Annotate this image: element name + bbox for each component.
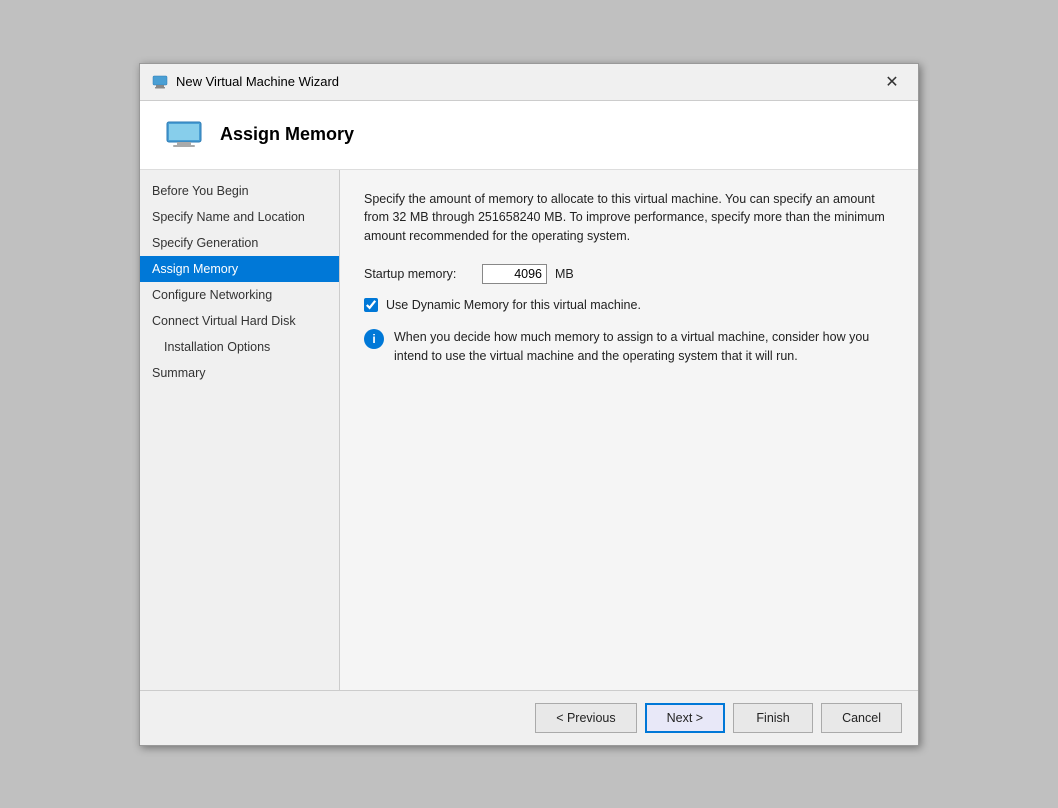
- info-text: When you decide how much memory to assig…: [394, 328, 894, 366]
- info-box: i When you decide how much memory to ass…: [364, 328, 894, 366]
- sidebar-item-summary[interactable]: Summary: [140, 360, 339, 386]
- sidebar-item-before-you-begin[interactable]: Before You Begin: [140, 178, 339, 204]
- sidebar-item-assign-memory[interactable]: Assign Memory: [140, 256, 339, 282]
- previous-button[interactable]: < Previous: [535, 703, 636, 733]
- dynamic-memory-checkbox[interactable]: [364, 298, 378, 312]
- sidebar-item-specify-name-location[interactable]: Specify Name and Location: [140, 204, 339, 230]
- monitor-icon: [164, 119, 204, 151]
- window-icon: [152, 74, 168, 90]
- mb-label: MB: [555, 267, 574, 281]
- sidebar-item-connect-virtual-hard-disk[interactable]: Connect Virtual Hard Disk: [140, 308, 339, 334]
- title-bar: New Virtual Machine Wizard ✕: [140, 64, 918, 101]
- content-area: Before You Begin Specify Name and Locati…: [140, 170, 918, 690]
- sidebar: Before You Begin Specify Name and Locati…: [140, 170, 340, 690]
- startup-memory-label: Startup memory:: [364, 267, 474, 281]
- startup-memory-input[interactable]: [482, 264, 547, 284]
- sidebar-item-configure-networking[interactable]: Configure Networking: [140, 282, 339, 308]
- window-title: New Virtual Machine Wizard: [176, 74, 339, 89]
- finish-button[interactable]: Finish: [733, 703, 813, 733]
- description-text: Specify the amount of memory to allocate…: [364, 190, 894, 246]
- info-icon: i: [364, 329, 384, 349]
- dynamic-memory-label[interactable]: Use Dynamic Memory for this virtual mach…: [386, 298, 641, 312]
- title-bar-left: New Virtual Machine Wizard: [152, 74, 339, 90]
- dynamic-memory-row: Use Dynamic Memory for this virtual mach…: [364, 298, 894, 312]
- memory-row: Startup memory: MB: [364, 264, 894, 284]
- footer: < Previous Next > Finish Cancel: [140, 690, 918, 745]
- header-section: Assign Memory: [140, 101, 918, 170]
- cancel-button[interactable]: Cancel: [821, 703, 902, 733]
- sidebar-item-specify-generation[interactable]: Specify Generation: [140, 230, 339, 256]
- next-button[interactable]: Next >: [645, 703, 725, 733]
- sidebar-item-installation-options[interactable]: Installation Options: [140, 334, 339, 360]
- close-button[interactable]: ✕: [878, 72, 906, 92]
- page-title: Assign Memory: [220, 124, 354, 145]
- main-content: Specify the amount of memory to allocate…: [340, 170, 918, 690]
- wizard-window: New Virtual Machine Wizard ✕ Assign Memo…: [139, 63, 919, 746]
